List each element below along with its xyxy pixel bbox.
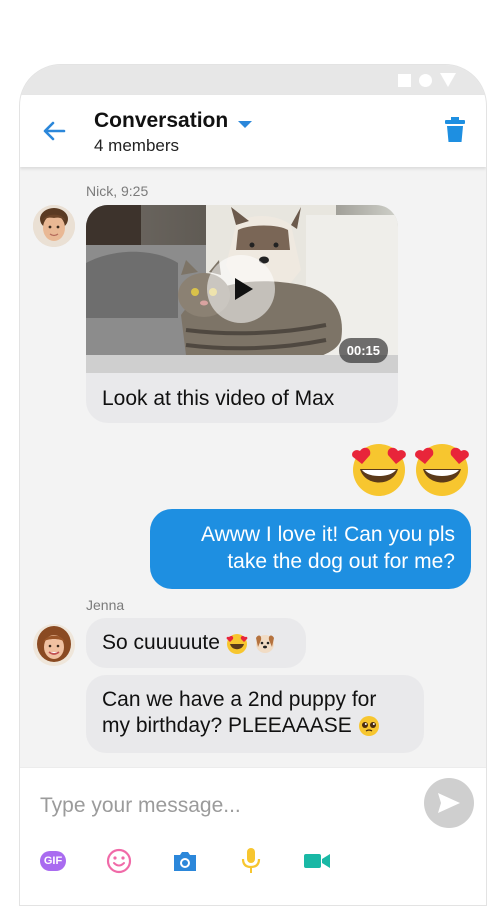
conversation-title: Conversation — [94, 109, 229, 132]
dog-emoji-icon — [255, 635, 274, 654]
composer-toolbar: GIF — [40, 848, 370, 874]
outgoing-message: Awww I love it! Can you pls take the dog… — [150, 509, 471, 589]
camera-icon — [174, 852, 196, 871]
phone-frame: Conversation 4 members Nick, 9:25 00:15 … — [19, 64, 487, 906]
back-arrow-icon[interactable] — [40, 117, 68, 145]
video-duration: 00:15 — [338, 338, 388, 363]
status-bar — [20, 65, 486, 95]
incoming-message: So cuuuuute — [86, 618, 306, 668]
microphone-icon — [241, 848, 261, 873]
avatar-jenna[interactable] — [33, 624, 75, 666]
heart-eyes-emoji-icon — [226, 634, 248, 655]
trash-icon[interactable] — [444, 117, 466, 143]
send-button[interactable] — [424, 778, 474, 828]
message-text-line: Can we have a 2nd puppy for — [102, 688, 377, 711]
send-icon — [438, 793, 460, 813]
incoming-message: Can we have a 2nd puppy for my birthday?… — [86, 675, 424, 753]
heart-eyes-emoji-icon — [352, 444, 406, 496]
video-caption: Look at this video of Max — [102, 387, 335, 410]
play-icon — [234, 278, 253, 300]
pleading-face-emoji-icon — [358, 716, 379, 737]
emoji-button[interactable] — [106, 848, 132, 874]
recents-icon — [398, 73, 411, 87]
message-text-line: take the dog out for me? — [227, 550, 455, 573]
gif-label: GIF — [40, 851, 66, 871]
sender-label: Jenna — [86, 597, 125, 613]
message-composer: GIF — [20, 767, 486, 905]
video-camera-icon — [304, 854, 330, 868]
chevron-down-icon — [238, 120, 253, 128]
camera-button[interactable] — [172, 848, 198, 874]
video-message: 00:15 Look at this video of Max — [86, 205, 398, 423]
gif-button[interactable]: GIF — [40, 848, 66, 874]
video-call-button[interactable] — [304, 848, 330, 874]
smiley-icon — [106, 848, 132, 874]
member-count: 4 members — [94, 136, 180, 155]
message-text-line: my birthday? PLEEAAASE — [102, 714, 352, 737]
sender-label: Nick, 9:25 — [86, 183, 149, 199]
message-input[interactable] — [38, 788, 402, 824]
home-icon — [419, 73, 432, 87]
message-text: So cuuuuute — [102, 631, 220, 654]
heart-eyes-emoji-icon — [415, 444, 469, 496]
app-bar: Conversation 4 members — [20, 95, 486, 167]
back-nav-icon — [440, 73, 456, 87]
avatar-nick[interactable] — [33, 205, 75, 247]
conversation-title-dropdown[interactable]: Conversation — [94, 109, 253, 133]
message-text-line: Awww I love it! Can you pls — [200, 523, 455, 546]
video-thumbnail[interactable]: 00:15 — [86, 205, 398, 373]
play-button[interactable] — [207, 255, 275, 323]
microphone-button[interactable] — [238, 848, 264, 874]
